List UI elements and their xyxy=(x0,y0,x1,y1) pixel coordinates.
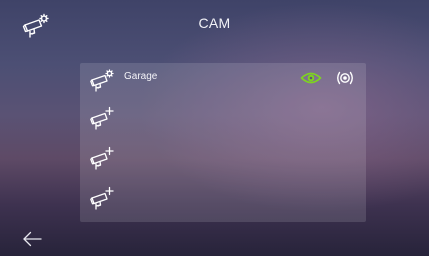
eye-icon xyxy=(300,72,322,84)
monitor-camera-button[interactable] xyxy=(334,69,356,87)
page-title: CAM xyxy=(198,15,231,31)
camera-row-empty[interactable] xyxy=(80,143,366,181)
view-camera-button[interactable] xyxy=(300,70,322,86)
camera-row-garage[interactable]: Garage xyxy=(80,65,366,103)
monitor-signal-icon xyxy=(337,71,353,85)
camera-row-empty[interactable] xyxy=(80,183,366,221)
back-arrow-icon xyxy=(23,231,42,247)
cam-screen: CAM Garage xyxy=(0,0,429,256)
camera-settings-icon xyxy=(90,69,114,92)
camera-add-icon xyxy=(90,186,114,210)
camera-row-empty[interactable] xyxy=(80,103,366,141)
camera-list-panel: Garage xyxy=(80,63,366,222)
camera-add-icon xyxy=(90,146,114,170)
camera-add-icon xyxy=(90,106,114,130)
camera-name: Garage xyxy=(124,71,158,82)
back-button[interactable] xyxy=(22,229,44,249)
